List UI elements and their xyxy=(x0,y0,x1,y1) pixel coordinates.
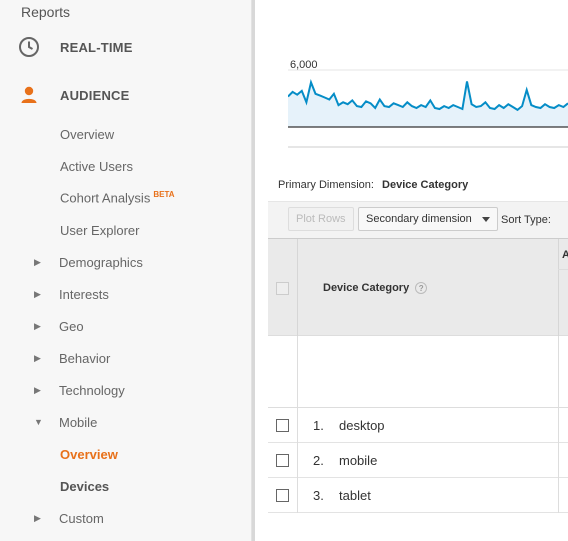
summary-label-cell xyxy=(297,336,559,408)
row-checkbox-cell xyxy=(268,478,298,513)
table-row: 1. desktop xyxy=(268,408,568,443)
sidebar-item-label: Devices xyxy=(60,478,110,494)
sidebar-item-mobile-overview[interactable]: Overview xyxy=(0,442,252,466)
sidebar-item-label: Mobile xyxy=(59,414,98,430)
sidebar-item-label: Custom xyxy=(59,510,104,526)
table-summary-row xyxy=(268,336,568,408)
table-toolbar: Plot Rows Secondary dimension Sort Type:… xyxy=(268,201,568,238)
sidebar-item-label: User Explorer xyxy=(60,222,140,238)
table-header: Device Category ? A xyxy=(268,238,568,337)
triangle-right-icon: ▶ xyxy=(34,512,41,523)
column-header-label: Device Category xyxy=(323,282,410,294)
triangle-right-icon: ▶ xyxy=(34,320,41,331)
chart-y-tick-label: 6,000 xyxy=(290,59,318,71)
triangle-right-icon: ▶ xyxy=(34,256,41,267)
sidebar-item-cohort-analysis[interactable]: Cohort Analysis BETA xyxy=(0,186,252,210)
beta-badge: BETA xyxy=(153,190,175,200)
header-checkbox[interactable] xyxy=(276,282,289,295)
sidebar-section-label: REAL-TIME xyxy=(60,39,133,55)
sidebar-item-label: Cohort Analysis BETA xyxy=(60,190,175,205)
reports-heading: Reports xyxy=(21,4,71,20)
primary-dimension-label: Primary Dimension: xyxy=(278,179,374,191)
column-header-device-category[interactable]: Device Category ? xyxy=(323,282,428,294)
sidebar-section-realtime[interactable]: REAL-TIME xyxy=(0,32,252,62)
sidebar-section-label: AUDIENCE xyxy=(60,87,130,103)
secondary-dimension-label: Secondary dimension xyxy=(366,213,472,225)
primary-dimension-value[interactable]: Device Category xyxy=(382,179,468,191)
row-number: 3. xyxy=(313,488,324,503)
primary-dimension: Primary Dimension: Device Category xyxy=(278,179,468,191)
main-content: 6,000 Primary Dimension: Device Category… xyxy=(255,0,568,541)
chevron-down-icon xyxy=(481,216,490,222)
row-checkbox[interactable] xyxy=(276,489,289,502)
summary-checkbox-cell xyxy=(268,336,298,408)
sidebar-item-demographics[interactable]: ▶ Demographics xyxy=(0,250,252,274)
sidebar-section-audience[interactable]: AUDIENCE xyxy=(0,80,252,110)
triangle-right-icon: ▶ xyxy=(34,288,41,299)
sort-type-label: Sort Type: xyxy=(501,214,551,226)
sidebar-item-active-users[interactable]: Active Users xyxy=(0,154,252,178)
row-checkbox[interactable] xyxy=(276,454,289,467)
table-row: 3. tablet xyxy=(268,478,568,513)
sidebar-item-devices[interactable]: Devices xyxy=(0,474,252,498)
row-value[interactable]: mobile xyxy=(339,453,377,468)
sidebar: Reports REAL-TIME AUDIENCE Overview Acti… xyxy=(0,0,252,541)
triangle-right-icon: ▶ xyxy=(34,384,41,395)
plot-rows-button[interactable]: Plot Rows xyxy=(288,207,354,231)
sidebar-item-interests[interactable]: ▶ Interests xyxy=(0,282,252,306)
sidebar-item-label: Interests xyxy=(59,286,109,302)
triangle-down-icon: ▼ xyxy=(34,417,43,427)
sidebar-item-label: Active Users xyxy=(60,158,133,174)
row-device-category-cell: 1. desktop xyxy=(297,408,559,443)
row-value[interactable]: desktop xyxy=(339,418,385,433)
cohort-label-text: Cohort Analysis xyxy=(60,190,151,206)
header-checkbox-cell xyxy=(268,239,298,337)
sidebar-item-label: Demographics xyxy=(59,254,143,270)
row-number: 2. xyxy=(313,453,324,468)
data-table: Device Category ? A 1. desktop 2. mobile xyxy=(268,238,568,541)
sidebar-item-mobile[interactable]: ▼ Mobile xyxy=(0,410,252,434)
sidebar-item-behavior[interactable]: ▶ Behavior xyxy=(0,346,252,370)
sessions-chart xyxy=(288,55,568,150)
person-icon xyxy=(17,83,41,107)
row-number: 1. xyxy=(313,418,324,433)
clock-icon xyxy=(17,35,41,59)
sidebar-item-label: Overview xyxy=(60,126,115,142)
sidebar-item-overview[interactable]: Overview xyxy=(0,122,252,146)
triangle-right-icon: ▶ xyxy=(34,352,41,363)
sidebar-item-label: Technology xyxy=(59,382,125,398)
sidebar-item-label: Behavior xyxy=(59,350,111,366)
sidebar-item-custom[interactable]: ▶ Custom xyxy=(0,506,252,530)
row-device-category-cell: 3. tablet xyxy=(297,478,559,513)
sidebar-item-label: Overview xyxy=(60,446,118,462)
sidebar-item-geo[interactable]: ▶ Geo xyxy=(0,314,252,338)
row-checkbox-cell xyxy=(268,443,298,478)
row-device-category-cell: 2. mobile xyxy=(297,443,559,478)
sidebar-item-label: Geo xyxy=(59,318,84,334)
table-row: 2. mobile xyxy=(268,443,568,478)
sidebar-item-technology[interactable]: ▶ Technology xyxy=(0,378,252,402)
help-icon[interactable]: ? xyxy=(415,282,428,294)
chart-svg xyxy=(288,69,568,148)
header-device-category-cell: Device Category ? xyxy=(297,239,559,337)
row-checkbox-cell xyxy=(268,408,298,443)
secondary-dimension-dropdown[interactable]: Secondary dimension xyxy=(358,207,498,231)
sidebar-item-user-explorer[interactable]: User Explorer xyxy=(0,218,252,242)
row-value[interactable]: tablet xyxy=(339,488,371,503)
column-header-acquisition: A xyxy=(558,239,568,270)
row-checkbox[interactable] xyxy=(276,419,289,432)
